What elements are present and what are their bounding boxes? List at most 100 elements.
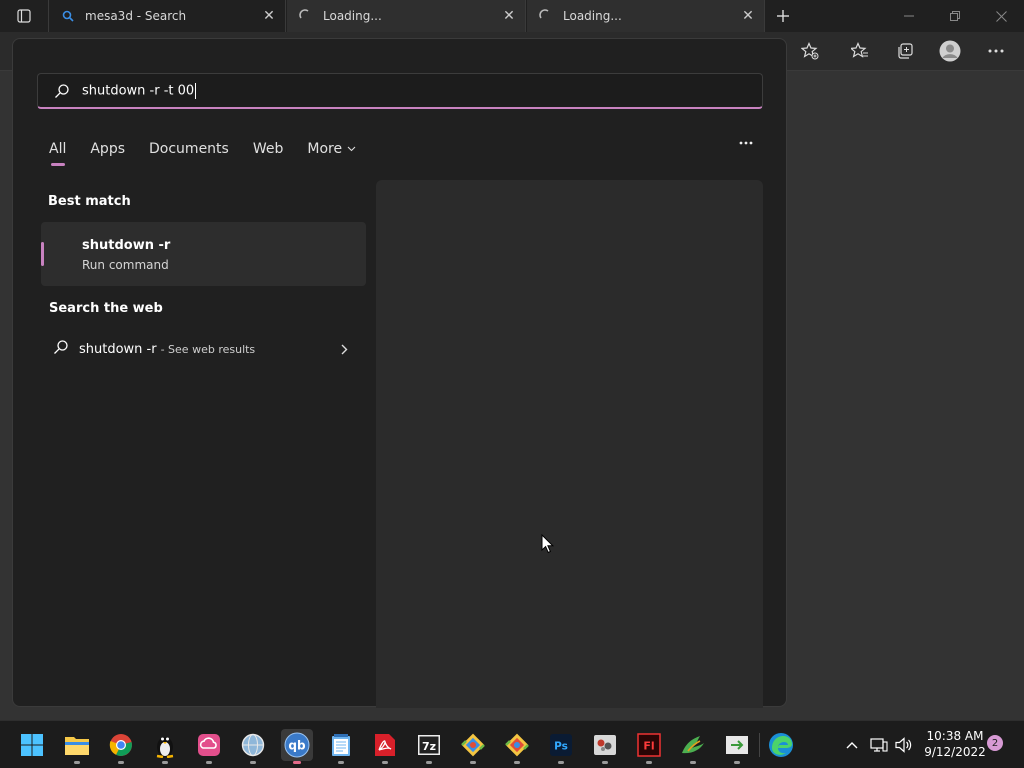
best-match-heading: Best match (48, 194, 131, 209)
preview-pane (376, 180, 763, 708)
show-hidden-icons-button[interactable] (842, 735, 862, 755)
settings-more-button[interactable] (982, 38, 1010, 64)
tab-title: Loading... (563, 9, 622, 23)
running-indicator (426, 761, 432, 764)
globe-app-icon (241, 733, 265, 757)
terminal-button[interactable] (721, 729, 753, 764)
close-tab-button[interactable]: ✕ (499, 6, 519, 26)
clock-button[interactable]: 10:38 AM 9/12/2022 (915, 728, 995, 760)
app-button[interactable] (589, 729, 621, 764)
flash-button[interactable]: Fl (633, 729, 665, 764)
collections-icon (898, 43, 913, 59)
edge-button[interactable] (765, 729, 797, 761)
profile-button[interactable] (936, 38, 964, 64)
running-indicator (118, 761, 124, 764)
7zip-logo-text: 7z (422, 740, 436, 753)
running-indicator (470, 761, 476, 764)
tab-loading-1[interactable]: Loading... ✕ (287, 0, 526, 32)
flash-icon: Fl (637, 733, 661, 757)
file-explorer-icon (65, 737, 89, 755)
search-box[interactable]: shutdown -r -t 00 (37, 73, 763, 109)
clock-time: 10:38 AM (926, 729, 984, 743)
git-gui-button-2[interactable] (501, 729, 533, 764)
close-window-button[interactable] (978, 0, 1024, 32)
search-input[interactable]: shutdown -r -t 00 (82, 82, 197, 99)
collections-button[interactable] (891, 38, 919, 64)
photoshop-logo-text: Ps (554, 741, 568, 753)
filter-tab-all[interactable]: All (49, 141, 66, 166)
start-button[interactable] (16, 729, 48, 761)
taskbar-separator (759, 733, 760, 757)
globe-app-button[interactable] (237, 729, 269, 764)
running-indicator (514, 761, 520, 764)
new-tab-button[interactable] (772, 6, 794, 26)
tab-loading-2[interactable]: Loading... ✕ (527, 0, 765, 32)
7zip-button[interactable]: 7z (413, 729, 445, 764)
favorites-button[interactable] (846, 38, 874, 64)
close-tab-button[interactable]: ✕ (738, 6, 758, 26)
close-icon (995, 10, 1007, 22)
filter-tab-apps[interactable]: Apps (90, 141, 125, 157)
search-icon (52, 81, 72, 101)
qbittorrent-button[interactable]: qb (281, 729, 313, 764)
running-indicator (250, 761, 256, 764)
running-indicator (690, 761, 696, 764)
search-icon (59, 7, 77, 25)
running-indicator (734, 761, 740, 764)
git-gui-button[interactable] (457, 729, 489, 764)
filter-tab-more-label: More (307, 141, 343, 157)
web-query-text: shutdown -r (79, 341, 157, 357)
tab-actions-button[interactable] (10, 6, 38, 26)
loading-spinner-icon (537, 7, 555, 25)
chevron-right-icon[interactable] (338, 343, 350, 355)
text-caret (195, 82, 197, 99)
filter-tab-web[interactable]: Web (253, 141, 284, 157)
creative-cloud-icon (198, 734, 220, 756)
flash-logo-text: Fl (643, 740, 654, 753)
tab-mesa3d-search[interactable]: mesa3d - Search ✕ (48, 0, 286, 32)
windows-start-icon (21, 734, 43, 756)
filter-tab-documents[interactable]: Documents (149, 141, 229, 157)
volume-button[interactable] (894, 735, 914, 755)
acrobat-button[interactable] (369, 729, 401, 764)
best-match-result[interactable]: shutdown -r Run command (41, 222, 366, 286)
web-search-result[interactable]: shutdown -r - See web results (53, 337, 353, 361)
penguin-app-button[interactable] (149, 729, 181, 764)
notepad-button[interactable] (325, 729, 357, 764)
loading-spinner-icon (297, 7, 315, 25)
network-button[interactable] (869, 735, 889, 755)
photoshop-button[interactable]: Ps (545, 729, 577, 764)
more-horizontal-icon (988, 49, 1004, 53)
tab-title: Loading... (323, 9, 382, 23)
bird-app-icon (682, 736, 704, 754)
result-subtitle: Run command (82, 258, 169, 272)
terminal-icon (726, 736, 748, 754)
browser-tab-bar: mesa3d - Search ✕ Loading... ✕ Loading..… (0, 0, 1024, 32)
chrome-button[interactable] (105, 729, 137, 764)
tab-actions-icon (17, 9, 31, 23)
file-explorer-button[interactable] (61, 729, 93, 764)
filter-tab-more[interactable]: More (307, 141, 356, 157)
restore-button[interactable] (932, 0, 978, 32)
more-options-button[interactable] (735, 135, 757, 151)
start-search-panel: shutdown -r -t 00 All Apps Documents Web… (12, 38, 787, 708)
add-favorite-button[interactable] (796, 38, 824, 64)
minimize-button[interactable] (886, 0, 932, 32)
qbittorrent-icon: qb (284, 732, 310, 758)
star-add-icon (801, 42, 819, 60)
network-icon (870, 738, 888, 752)
close-tab-button[interactable]: ✕ (259, 6, 279, 26)
bird-app-button[interactable] (677, 729, 709, 764)
web-results-suffix: - See web results (160, 342, 256, 356)
speaker-icon (895, 737, 912, 753)
notification-badge[interactable]: 2 (987, 735, 1003, 751)
git-gui-icon (461, 733, 485, 757)
creative-cloud-button[interactable] (193, 729, 225, 764)
minimize-icon (904, 15, 914, 17)
running-indicator (646, 761, 652, 764)
chevron-up-icon (846, 742, 858, 749)
search-filter-tabs: All Apps Documents Web More (49, 137, 380, 166)
avatar-icon (939, 40, 961, 62)
result-title: shutdown -r (82, 238, 171, 253)
restore-icon (950, 11, 960, 21)
